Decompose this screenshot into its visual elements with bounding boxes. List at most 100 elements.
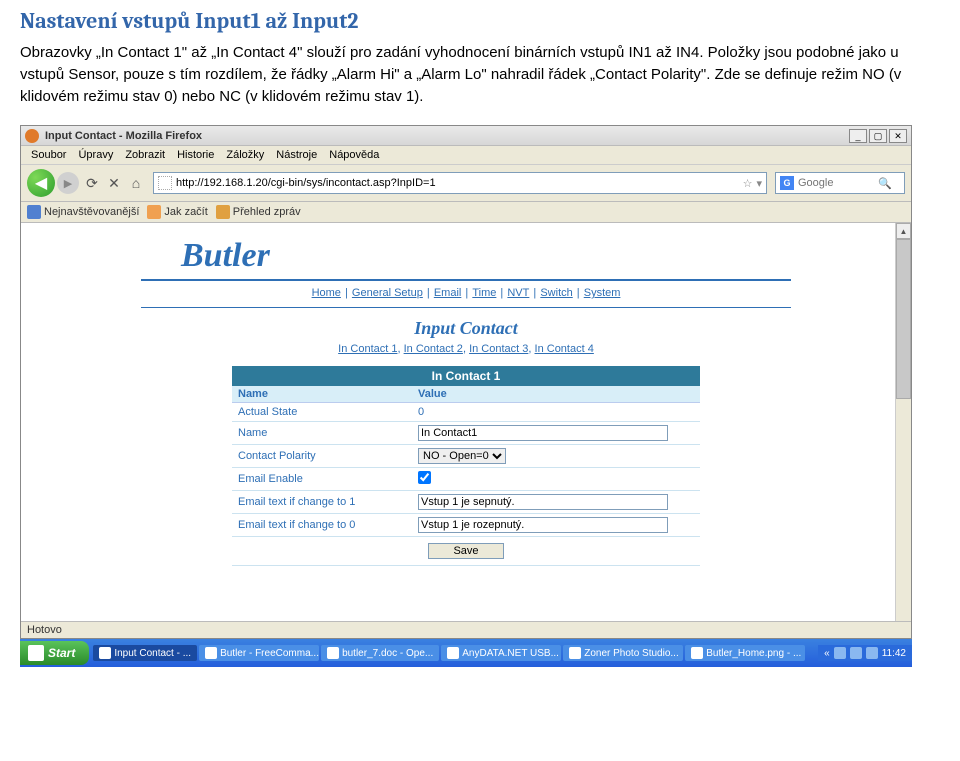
bookmark-star-icon[interactable]: ☆ bbox=[743, 177, 753, 190]
form-panel: In Contact 1 Name Value Actual State 0 N… bbox=[231, 365, 701, 567]
tray-icon[interactable] bbox=[866, 647, 878, 659]
tray-icon[interactable] bbox=[850, 647, 862, 659]
bookmark-most-visited[interactable]: Nejnavštěvovanější bbox=[27, 205, 139, 219]
taskbar-item[interactable]: butler_7.doc - Ope... bbox=[321, 645, 439, 661]
rss-icon bbox=[216, 205, 230, 219]
menu-file[interactable]: Soubor bbox=[27, 148, 70, 162]
nav-home[interactable]: Home bbox=[312, 287, 341, 299]
minimize-button[interactable]: _ bbox=[849, 129, 867, 143]
nav-time[interactable]: Time bbox=[472, 287, 496, 299]
row-name-label: Name bbox=[232, 422, 412, 445]
divider bbox=[141, 307, 791, 308]
app-icon bbox=[99, 647, 111, 659]
folder-icon bbox=[27, 205, 41, 219]
stop-button[interactable]: ✕ bbox=[105, 174, 123, 192]
menu-edit[interactable]: Úpravy bbox=[74, 148, 117, 162]
menu-history[interactable]: Historie bbox=[173, 148, 218, 162]
start-button[interactable]: Start bbox=[20, 641, 89, 665]
form-table: Name Value Actual State 0 Name Contact P… bbox=[232, 386, 700, 566]
taskbar-item[interactable]: Butler - FreeComma... bbox=[199, 645, 319, 661]
google-icon: G bbox=[780, 176, 794, 190]
statusbar: Hotovo bbox=[21, 621, 911, 638]
app-icon bbox=[447, 647, 459, 659]
navigation-toolbar: ◀ ▶ ⟳ ✕ ⌂ http://192.168.1.20/cgi-bin/sy… bbox=[21, 165, 911, 202]
app-icon bbox=[569, 647, 581, 659]
doc-heading: Nastavení vstupů Input1 až Input2 bbox=[0, 0, 960, 40]
scroll-thumb[interactable] bbox=[896, 239, 911, 399]
menu-tools[interactable]: Nástroje bbox=[272, 148, 321, 162]
row-email-enable-label: Email Enable bbox=[232, 468, 412, 491]
close-button[interactable]: ✕ bbox=[889, 129, 907, 143]
col-value-header: Value bbox=[412, 386, 700, 403]
row-actual-state-label: Actual State bbox=[232, 403, 412, 422]
row-text1-label: Email text if change to 1 bbox=[232, 491, 412, 514]
taskbar-item[interactable]: Input Contact - ... bbox=[93, 645, 197, 661]
menubar: Soubor Úpravy Zobrazit Historie Záložky … bbox=[21, 146, 911, 165]
name-input[interactable] bbox=[418, 425, 668, 441]
polarity-select[interactable]: NO - Open=0 bbox=[418, 448, 506, 464]
system-tray[interactable]: « 11:42 bbox=[818, 645, 912, 661]
subnav-incontact4[interactable]: In Contact 4 bbox=[535, 343, 594, 355]
subnav-incontact3[interactable]: In Contact 3 bbox=[469, 343, 528, 355]
window-title: Input Contact - Mozilla Firefox bbox=[45, 130, 849, 142]
scroll-up-arrow[interactable]: ▲ bbox=[896, 223, 911, 239]
text1-input[interactable] bbox=[418, 494, 668, 510]
page-viewport: ▲ Butler Home | General Setup | Email | … bbox=[21, 223, 911, 621]
nav-email[interactable]: Email bbox=[434, 287, 462, 299]
row-text0-label: Email text if change to 0 bbox=[232, 514, 412, 537]
nav-system[interactable]: System bbox=[584, 287, 621, 299]
menu-help[interactable]: Nápověda bbox=[325, 148, 383, 162]
tray-icon[interactable] bbox=[834, 647, 846, 659]
firefox-icon bbox=[25, 129, 39, 143]
taskbar-item[interactable]: AnyDATA.NET USB... bbox=[441, 645, 561, 661]
url-dropdown-icon[interactable]: ▾ bbox=[756, 177, 762, 190]
menu-bookmarks[interactable]: Záložky bbox=[222, 148, 268, 162]
row-polarity-label: Contact Polarity bbox=[232, 445, 412, 468]
text0-input[interactable] bbox=[418, 517, 668, 533]
brand-logo: Butler bbox=[41, 227, 891, 275]
tray-expand-icon[interactable]: « bbox=[824, 648, 830, 659]
nav-general-setup[interactable]: General Setup bbox=[352, 287, 423, 299]
form-header: In Contact 1 bbox=[232, 366, 700, 386]
subnav-incontact1[interactable]: In Contact 1 bbox=[338, 343, 397, 355]
search-input[interactable] bbox=[798, 177, 878, 189]
menu-view[interactable]: Zobrazit bbox=[121, 148, 169, 162]
divider bbox=[141, 279, 791, 281]
top-nav: Home | General Setup | Email | Time | NV… bbox=[41, 287, 891, 303]
reload-button[interactable]: ⟳ bbox=[83, 174, 101, 192]
taskbar-item[interactable]: Butler_Home.png - ... bbox=[685, 645, 805, 661]
email-enable-checkbox[interactable] bbox=[418, 471, 431, 484]
firefox-icon bbox=[147, 205, 161, 219]
app-icon bbox=[327, 647, 339, 659]
bookmark-news-overview[interactable]: Přehled zpráv bbox=[216, 205, 301, 219]
app-icon bbox=[691, 647, 703, 659]
search-go-icon[interactable]: 🔍 bbox=[878, 177, 892, 190]
url-text[interactable]: http://192.168.1.20/cgi-bin/sys/incontac… bbox=[176, 177, 739, 189]
nav-nvt[interactable]: NVT bbox=[507, 287, 529, 299]
search-box[interactable]: G 🔍 bbox=[775, 172, 905, 194]
save-button[interactable]: Save bbox=[428, 543, 503, 559]
back-button[interactable]: ◀ bbox=[27, 169, 55, 197]
nav-switch[interactable]: Switch bbox=[540, 287, 572, 299]
page-icon bbox=[158, 176, 172, 190]
sub-nav: In Contact 1, In Contact 2, In Contact 3… bbox=[41, 341, 891, 365]
section-title: Input Contact bbox=[41, 314, 891, 341]
subnav-incontact2[interactable]: In Contact 2 bbox=[404, 343, 463, 355]
taskbar: Start Input Contact - ... Butler - FreeC… bbox=[20, 639, 912, 667]
maximize-button[interactable]: ▢ bbox=[869, 129, 887, 143]
app-icon bbox=[205, 647, 217, 659]
url-bar[interactable]: http://192.168.1.20/cgi-bin/sys/incontac… bbox=[153, 172, 767, 194]
browser-window: Input Contact - Mozilla Firefox _ ▢ ✕ So… bbox=[20, 125, 912, 639]
vertical-scrollbar[interactable]: ▲ bbox=[895, 223, 911, 621]
windows-icon bbox=[28, 645, 44, 661]
taskbar-item[interactable]: Zoner Photo Studio... bbox=[563, 645, 683, 661]
doc-body: Obrazovky „In Contact 1" až „In Contact … bbox=[0, 40, 960, 117]
clock[interactable]: 11:42 bbox=[882, 648, 906, 659]
window-titlebar: Input Contact - Mozilla Firefox _ ▢ ✕ bbox=[21, 126, 911, 146]
home-button[interactable]: ⌂ bbox=[127, 174, 145, 192]
bookmark-getting-started[interactable]: Jak začít bbox=[147, 205, 207, 219]
col-name-header: Name bbox=[232, 386, 412, 403]
bookmarks-toolbar: Nejnavštěvovanější Jak začít Přehled zpr… bbox=[21, 202, 911, 223]
row-actual-state-value: 0 bbox=[412, 403, 700, 422]
forward-button[interactable]: ▶ bbox=[57, 172, 79, 194]
